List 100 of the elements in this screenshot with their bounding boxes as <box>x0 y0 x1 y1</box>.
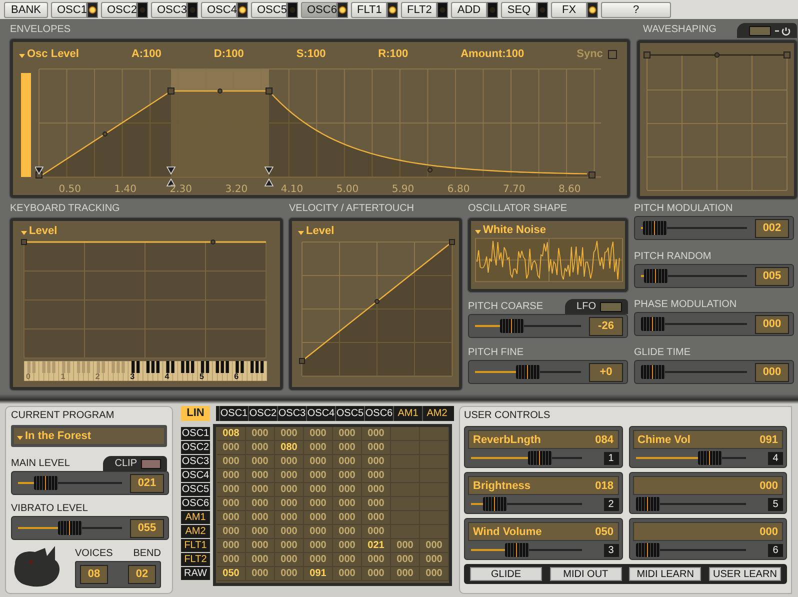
tab[interactable]: FLT2 <box>401 2 437 18</box>
matrix-cell[interactable]: 000 <box>217 497 246 511</box>
parameter-value[interactable]: Amount:100 <box>460 48 524 60</box>
matrix-cell[interactable]: 000 <box>304 497 333 511</box>
tab[interactable]: OSC1 <box>51 2 87 18</box>
matrix-cell[interactable]: 000 <box>333 497 362 511</box>
matrix-cell[interactable]: 000 <box>391 539 420 553</box>
matrix-cell[interactable]: 000 <box>246 427 275 441</box>
target-dropdown[interactable]: Osc Level <box>19 48 79 60</box>
matrix-cell[interactable]: 000 <box>420 567 449 581</box>
slider-handle[interactable] <box>644 269 668 283</box>
parameter-value[interactable]: A:100 <box>131 48 162 60</box>
matrix-cell[interactable]: 000 <box>362 553 391 567</box>
led-indicator[interactable] <box>587 2 598 18</box>
matrix-cell[interactable]: 000 <box>362 497 391 511</box>
value-display[interactable]: 000 <box>755 314 789 334</box>
matrix-cell[interactable]: 000 <box>275 497 304 511</box>
mode-toggle[interactable]: LIN <box>181 406 210 421</box>
matrix-cell[interactable]: 000 <box>420 539 449 553</box>
matrix-cell[interactable]: 000 <box>391 553 420 567</box>
control-name-display[interactable]: Chime Vol 091 <box>632 430 783 449</box>
matrix-cell[interactable]: 000 <box>275 525 304 539</box>
bend-display[interactable]: 02 <box>128 565 156 584</box>
program-dropdown[interactable]: In the Forest <box>11 425 167 447</box>
matrix-cell[interactable]: 050 <box>217 567 246 581</box>
matrix-cell[interactable]: 000 <box>246 455 275 469</box>
matrix-cell[interactable]: 000 <box>246 511 275 525</box>
matrix-cell[interactable]: 000 <box>217 539 246 553</box>
tab[interactable]: OSC5 <box>251 2 287 18</box>
value-display[interactable]: 055 <box>130 518 164 538</box>
lfo-toggle[interactable] <box>600 302 622 312</box>
matrix-cell[interactable]: 000 <box>333 525 362 539</box>
matrix-cell[interactable]: 000 <box>391 567 420 581</box>
matrix-cell[interactable]: 000 <box>362 567 391 581</box>
slider-handle[interactable] <box>504 543 529 557</box>
control-name-display[interactable]: Wind Volume 050 <box>468 522 618 541</box>
tab[interactable]: OSC3 <box>151 2 187 18</box>
matrix-cell[interactable]: 000 <box>362 469 391 483</box>
toggle-button[interactable]: MIDI OUT <box>550 567 622 581</box>
tracking-curve-drawing[interactable] <box>21 239 266 245</box>
led-indicator[interactable] <box>237 2 248 18</box>
slider-handle[interactable] <box>636 497 660 511</box>
matrix-cell[interactable]: 000 <box>275 511 304 525</box>
matrix-cell[interactable]: 000 <box>362 427 391 441</box>
matrix-cell[interactable]: 000 <box>275 553 304 567</box>
matrix-cell[interactable]: 021 <box>362 539 391 553</box>
slider-handle[interactable] <box>516 365 540 379</box>
slider-handle[interactable] <box>528 451 552 465</box>
matrix-cell[interactable]: 000 <box>333 455 362 469</box>
control-name-display[interactable]: 000 <box>632 476 783 495</box>
matrix-cell[interactable]: 000 <box>304 469 333 483</box>
control-name-display[interactable]: Brightness 018 <box>468 476 618 495</box>
matrix-cell[interactable]: 000 <box>217 553 246 567</box>
tab[interactable]: ADD <box>451 2 487 18</box>
matrix-cell[interactable]: 000 <box>304 511 333 525</box>
slider-handle[interactable] <box>636 543 660 557</box>
sync-checkbox[interactable] <box>608 50 617 58</box>
value-display[interactable]: -26 <box>589 316 623 336</box>
loop-marker-icon[interactable] <box>166 166 176 186</box>
matrix-cell[interactable]: 000 <box>217 525 246 539</box>
target-dropdown[interactable]: Level <box>298 225 453 237</box>
matrix-cell[interactable]: 000 <box>275 427 304 441</box>
led-indicator[interactable] <box>337 2 348 18</box>
matrix-cell[interactable]: 000 <box>304 427 333 441</box>
matrix-cell[interactable]: 000 <box>246 441 275 455</box>
matrix-cell[interactable]: 000 <box>333 567 362 581</box>
tab[interactable]: ? <box>601 2 671 18</box>
tab[interactable]: BANK <box>4 2 48 18</box>
matrix-cell[interactable]: 000 <box>333 483 362 497</box>
matrix-cell[interactable]: 000 <box>304 455 333 469</box>
tab[interactable]: OSC4 <box>201 2 237 18</box>
value-display[interactable]: +0 <box>589 362 623 382</box>
tab[interactable]: FX <box>551 2 587 18</box>
matrix-cell[interactable]: 000 <box>362 483 391 497</box>
tab[interactable]: SEQ <box>501 2 537 18</box>
slider-handle[interactable] <box>642 221 667 235</box>
matrix-cell[interactable]: 000 <box>333 553 362 567</box>
target-dropdown[interactable]: Level <box>21 225 272 237</box>
matrix-cell[interactable]: 000 <box>246 553 275 567</box>
matrix-cell[interactable]: 008 <box>217 427 246 441</box>
loop-marker-icon[interactable] <box>264 166 274 186</box>
matrix-cell[interactable]: 000 <box>246 497 275 511</box>
toggle-button[interactable]: MIDI LEARN <box>629 567 702 581</box>
toggle-button[interactable]: GLIDE <box>470 567 542 581</box>
loop-marker-icon[interactable] <box>35 166 44 175</box>
value-display[interactable]: 021 <box>130 474 164 492</box>
slider-handle[interactable] <box>641 317 665 331</box>
matrix-cell[interactable]: 000 <box>362 455 391 469</box>
parameter-value[interactable]: R:100 <box>378 48 408 60</box>
slider-handle[interactable] <box>34 476 58 490</box>
matrix-cell[interactable]: 000 <box>246 483 275 497</box>
tab[interactable]: OSC6 <box>301 2 337 18</box>
matrix-cell[interactable]: 000 <box>246 539 275 553</box>
slider-handle[interactable] <box>698 451 722 465</box>
power-icon[interactable] <box>775 26 791 36</box>
value-display[interactable]: 005 <box>755 266 789 286</box>
matrix-cell[interactable]: 000 <box>333 469 362 483</box>
matrix-cell[interactable]: 000 <box>217 483 246 497</box>
matrix-cell[interactable]: 000 <box>304 525 333 539</box>
matrix-cell[interactable]: 000 <box>217 441 246 455</box>
